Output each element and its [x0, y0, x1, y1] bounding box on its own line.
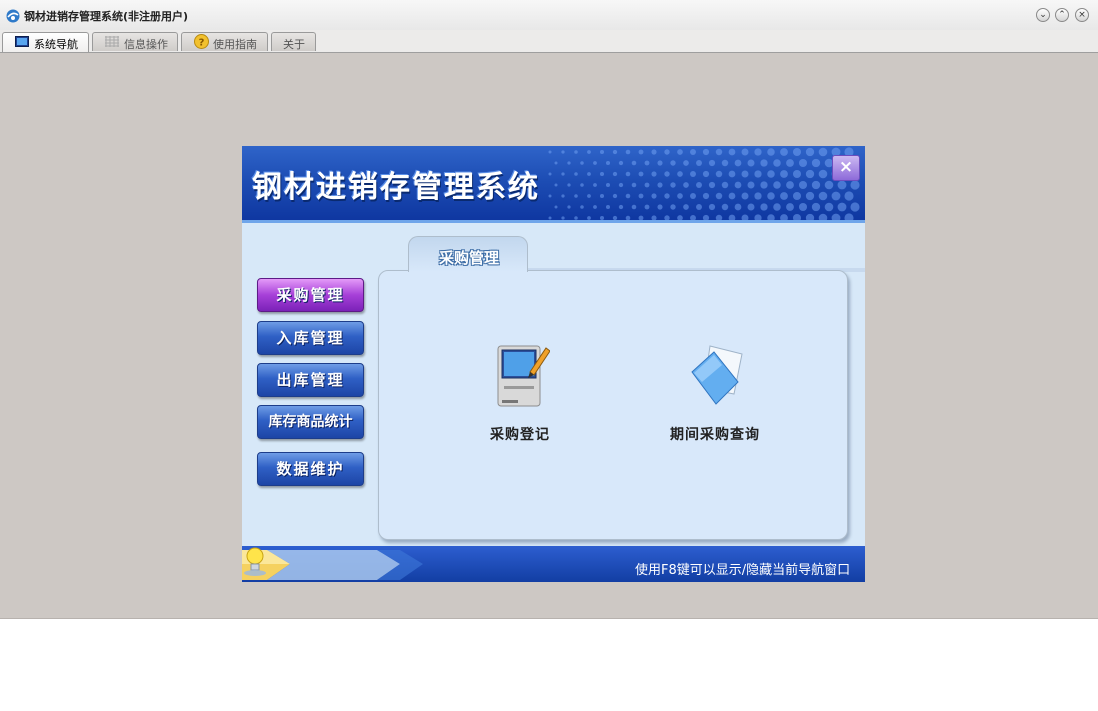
header-divider	[242, 220, 865, 223]
title-bar: 钢材进销存管理系统(非注册用户) ⌄ ⌃ ×	[0, 0, 1098, 31]
lightbulb-icon	[244, 547, 266, 576]
tab-user-guide[interactable]: ? 使用指南	[181, 32, 268, 51]
close-icon: ×	[1078, 10, 1086, 20]
tab-label: 信息操作	[124, 38, 168, 51]
main-window: 钢材进销存管理系统(非注册用户) ⌄ ⌃ × 系统导航 信息操作 ? 使用指南 …	[0, 0, 1098, 619]
tab-info-ops[interactable]: 信息操作	[92, 32, 178, 51]
panel-footer: 使用F8键可以显示/隐藏当前导航窗口	[242, 546, 865, 582]
chevron-up-icon: ⌃	[1058, 10, 1066, 20]
close-icon: ×	[838, 157, 854, 177]
tab-system-nav[interactable]: 系统导航	[2, 32, 89, 52]
tab-label: 系统导航	[34, 38, 78, 51]
nav-inbound-management[interactable]: 入库管理	[257, 321, 364, 355]
maximize-button[interactable]: ⌃	[1055, 8, 1069, 22]
svg-text:?: ?	[199, 38, 205, 49]
nav-outbound-management[interactable]: 出库管理	[257, 363, 364, 397]
dot-pattern	[548, 147, 860, 222]
chevron-down-icon: ⌄	[1039, 10, 1047, 20]
panel-header: 钢材进销存管理系统 ×	[242, 146, 865, 222]
grid-icon	[105, 36, 119, 47]
footer-hint: 使用F8键可以显示/隐藏当前导航窗口	[635, 563, 851, 578]
nav-purchase-management[interactable]: 采购管理	[257, 278, 364, 312]
window-title: 钢材进销存管理系统(非注册用户)	[24, 10, 189, 23]
content-frame	[378, 270, 848, 540]
tab-bar: 系统导航 信息操作 ? 使用指南 关于	[0, 30, 1098, 53]
nav-label: 数据维护	[276, 460, 345, 478]
navigation-panel: 钢材进销存管理系统 × 采购管理 采购管理 入库管理 出库管理 库存商品统计 数…	[242, 146, 865, 582]
function-label: 期间采购查询	[670, 427, 760, 443]
monitor-icon	[15, 36, 29, 47]
period-purchase-query-item[interactable]: 期间采购查询	[660, 342, 770, 444]
tab-label: 关于	[283, 38, 305, 51]
function-label: 采购登记	[490, 427, 550, 443]
nav-data-maintenance[interactable]: 数据维护	[257, 452, 364, 486]
tab-label: 使用指南	[213, 38, 257, 51]
panel-close-button[interactable]: ×	[832, 155, 860, 181]
minimize-button[interactable]: ⌄	[1036, 8, 1050, 22]
close-window-button[interactable]: ×	[1075, 8, 1089, 22]
app-logo-icon	[6, 9, 20, 23]
nav-label: 出库管理	[276, 371, 345, 389]
nav-inventory-statistics[interactable]: 库存商品统计	[257, 405, 364, 439]
nav-label: 采购管理	[276, 286, 345, 304]
nav-label: 库存商品统计	[268, 414, 353, 430]
help-icon: ?	[194, 34, 209, 49]
computer-pencil-icon	[497, 345, 550, 407]
nav-label: 入库管理	[276, 329, 345, 347]
content-tab[interactable]: 采购管理	[408, 236, 528, 272]
tab-about[interactable]: 关于	[271, 32, 316, 51]
document-folder-icon	[691, 345, 743, 405]
panel-title: 钢材进销存管理系统	[252, 170, 540, 205]
content-tab-label: 采购管理	[438, 249, 499, 267]
purchase-register-item[interactable]: 采购登记	[478, 342, 562, 444]
